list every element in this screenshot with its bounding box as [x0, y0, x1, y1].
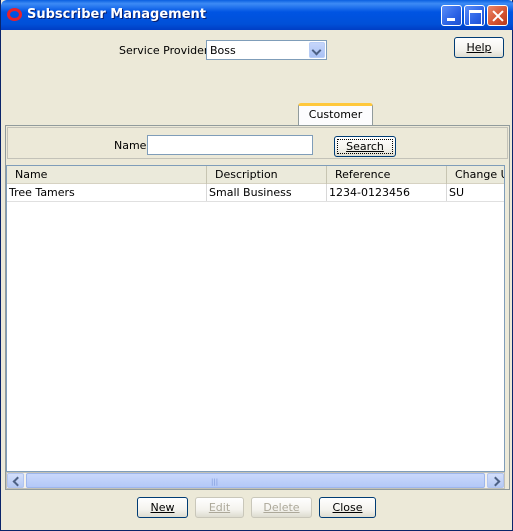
new-button[interactable]: New	[137, 497, 188, 518]
customer-table: Name Description Reference Change Us Tre…	[6, 165, 505, 472]
tab-customer[interactable]: Customer	[298, 103, 373, 126]
window-title: Subscriber Management	[27, 7, 206, 22]
table-row[interactable]: Tree Tamers Small Business 1234-0123456 …	[7, 184, 504, 202]
delete-button[interactable]: Delete	[251, 497, 312, 518]
subscriber-management-window: Subscriber Management Service Provider B…	[0, 0, 513, 531]
horizontal-scrollbar[interactable]: |||	[6, 472, 505, 489]
scroll-left-icon[interactable]	[7, 473, 24, 488]
search-button[interactable]: Search	[334, 136, 396, 157]
cell-description: Small Business	[207, 184, 327, 201]
scrollbar-thumb[interactable]: |||	[26, 473, 485, 488]
grip-icon: |||	[211, 478, 219, 486]
maximize-button[interactable]	[464, 5, 485, 26]
column-header-name[interactable]: Name	[7, 166, 207, 184]
title-bar[interactable]: Subscriber Management	[1, 0, 513, 30]
cell-name: Tree Tamers	[7, 184, 207, 201]
cell-reference: 1234-0123456	[327, 184, 447, 201]
cell-change-user: SU	[447, 184, 504, 201]
column-header-description[interactable]: Description	[207, 166, 327, 184]
column-header-label: Name	[15, 168, 48, 181]
column-header-label: Change Us	[455, 168, 504, 181]
close-window-button[interactable]	[487, 5, 508, 26]
edit-button[interactable]: Edit	[195, 497, 244, 518]
service-provider-select[interactable]: Boss	[206, 40, 327, 60]
close-button[interactable]: Close	[319, 497, 376, 518]
minimize-button[interactable]	[441, 5, 462, 26]
scroll-right-icon[interactable]	[487, 473, 504, 488]
help-button[interactable]: Help	[454, 37, 504, 58]
name-label: Name	[114, 139, 147, 152]
chevron-down-icon[interactable]	[309, 42, 325, 58]
column-header-reference[interactable]: Reference	[327, 166, 447, 184]
service-provider-label: Service Provider	[119, 44, 209, 57]
table-header: Name Description Reference Change Us	[7, 166, 504, 184]
column-header-change-user[interactable]: Change Us	[447, 166, 504, 184]
name-search-input[interactable]	[147, 135, 313, 155]
service-provider-value: Boss	[210, 44, 236, 57]
column-header-label: Description	[215, 168, 278, 181]
oracle-app-icon	[7, 8, 22, 21]
column-header-label: Reference	[335, 168, 391, 181]
